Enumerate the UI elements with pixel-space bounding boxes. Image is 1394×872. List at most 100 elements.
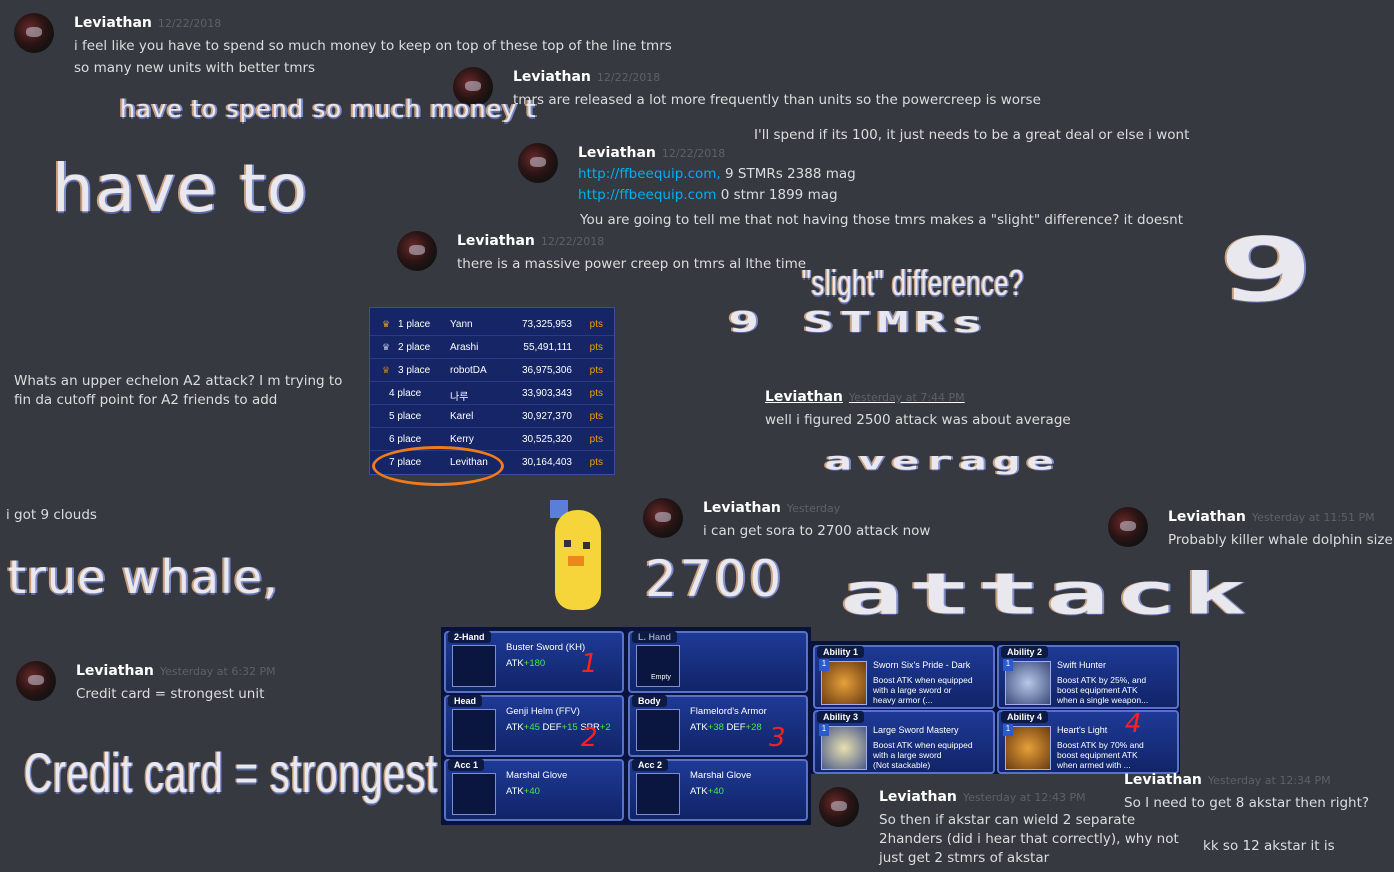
equipment-panel: 2-Hand Buster Sword (KH) ATK+180 L. Hand…	[441, 627, 811, 825]
sword-icon	[452, 645, 496, 687]
glove-icon	[636, 773, 680, 815]
slot-label: L. Hand	[632, 631, 677, 643]
leaderboard-row: ♛ 2 place Arashi 55,491,111 pts	[370, 336, 614, 359]
message-text: http://ffbeequip.com, 9 STMRs 2388 mag	[578, 166, 856, 182]
avatar[interactable]	[819, 787, 859, 827]
overlay-text: "slight" difference?	[802, 262, 1024, 303]
ability-slot-3[interactable]: Ability 3 1 Large Sword Mastery Boost AT…	[813, 710, 995, 774]
username[interactable]: Leviathan Yesterday at 6:32 PM	[76, 663, 276, 679]
avatar[interactable]	[1108, 507, 1148, 547]
avatar[interactable]	[14, 13, 54, 53]
ability-desc: Boost ATK by 25%, and boost equipment AT…	[1057, 675, 1149, 705]
annotation-number: 2	[581, 723, 598, 753]
item-stat: ATK+40	[506, 786, 540, 797]
overlay-text: true whale,	[8, 550, 279, 604]
link[interactable]: http://ffbeequip.com	[578, 187, 716, 203]
timestamp: Yesterday at 11:51 PM	[1251, 511, 1375, 524]
ability-slot-4[interactable]: Ability 4 1 Heart's Light Boost ATK by 7…	[997, 710, 1179, 774]
abilities-panel: Ability 1 1 Sworn Six's Pride - Dark Boo…	[811, 641, 1180, 774]
link[interactable]: http://ffbeequip.com,	[578, 166, 721, 182]
timestamp: 12/22/2018	[661, 147, 726, 160]
ability-name: Swift Hunter	[1057, 660, 1107, 670]
message-text: So I need to get 8 akstar then right?	[1124, 795, 1370, 811]
leaderboard-row: ♛ 3 place robotDA 36,975,306 pts	[370, 359, 614, 382]
overlay-text: have to spend so much money t	[120, 95, 537, 123]
username[interactable]: Leviathan Yesterday at 12:34 PM	[1124, 772, 1331, 788]
slot-label: Acc 1	[448, 759, 485, 771]
item-name: Marshal Glove	[690, 770, 752, 781]
annotation-number: 1	[581, 649, 598, 679]
message-text: I'll spend if its 100, it just needs to …	[754, 127, 1190, 143]
overlay-text: have to	[52, 150, 309, 227]
avatar[interactable]	[16, 661, 56, 701]
message-text: Whats an upper echelon A2 attack? I m tr…	[14, 373, 343, 389]
overlay-text: 9 STMRs	[728, 306, 990, 339]
item-name: Buster Sword (KH)	[506, 642, 586, 653]
annotation-number: 4	[1125, 709, 1142, 739]
username[interactable]: Leviathan Yesterday at 7:44 PM	[765, 389, 965, 405]
username[interactable]: Leviathan 12/22/2018	[578, 145, 725, 161]
item-name: Flamelord's Armor	[690, 706, 767, 717]
crown-icon: ♛	[382, 319, 391, 329]
slot-label: Ability 3	[817, 711, 865, 723]
username[interactable]: Leviathan 12/22/2018	[457, 233, 604, 249]
username[interactable]: Leviathan Yesterday at 12:43 PM	[879, 789, 1086, 805]
message-text: i can get sora to 2700 attack now	[703, 523, 931, 539]
leaderboard-row: 4 place 나루 33,903,343 pts	[370, 382, 614, 405]
slot-label: Acc 2	[632, 759, 669, 771]
message-text: just get 2 stmrs of akstar	[879, 850, 1050, 866]
equip-slot-acc2[interactable]: Acc 2 Marshal Glove ATK+40	[628, 759, 808, 821]
leaderboard-row: 5 place Karel 30,927,370 pts	[370, 405, 614, 428]
avatar[interactable]	[397, 231, 437, 271]
message-text: http://ffbeequip.com 0 stmr 1899 mag	[578, 187, 838, 203]
annotation-number: 3	[769, 723, 786, 753]
username[interactable]: Leviathan 12/22/2018	[513, 69, 660, 85]
overlay-text: average	[824, 446, 1060, 476]
overlay-text: 2700	[645, 550, 785, 608]
username[interactable]: Leviathan 12/22/2018	[74, 15, 221, 31]
message-text: so many new units with better tmrs	[74, 60, 316, 76]
slot-label: 2-Hand	[448, 631, 491, 643]
timestamp: Yesterday at 6:32 PM	[159, 665, 276, 678]
item-name: Marshal Glove	[506, 770, 568, 781]
timestamp: Yesterday at 12:34 PM	[1207, 774, 1331, 787]
glove-icon	[452, 773, 496, 815]
message-text: kk so 12 akstar it is	[1203, 838, 1335, 854]
message-text: tmrs are released a lot more frequently …	[513, 92, 1041, 108]
timestamp: Yesterday at 12:43 PM	[962, 791, 1086, 804]
ability-desc: Boost ATK when equipped with a large swo…	[873, 740, 973, 770]
message-text: Probably killer whale dolphin size	[1168, 532, 1393, 548]
avatar[interactable]	[643, 498, 683, 538]
username[interactable]: Leviathan Yesterday	[703, 500, 840, 516]
equip-slot-acc1[interactable]: Acc 1 Marshal Glove ATK+40	[444, 759, 624, 821]
ability-name: Sworn Six's Pride - Dark	[873, 660, 971, 670]
timestamp: 12/22/2018	[157, 17, 222, 30]
overlay-text: 9	[1218, 218, 1321, 321]
armor-icon	[636, 709, 680, 751]
message-text: 2handers (did i hear that correctly), wh…	[879, 831, 1179, 847]
leaderboard-row: ♛ 1 place Yann 73,325,953 pts	[370, 313, 614, 336]
equip-slot-lhand[interactable]: L. Hand Empty	[628, 631, 808, 693]
crown-icon: ♛	[382, 342, 391, 352]
item-stat: ATK+40	[690, 786, 724, 797]
empty-slot-icon: Empty	[636, 645, 680, 687]
slot-label: Body	[632, 695, 667, 707]
ability-desc: Boost ATK when equipped with a large swo…	[873, 675, 973, 705]
ability-desc: Boost ATK by 70% and boost equipment ATK…	[1057, 740, 1144, 770]
timestamp: Yesterday	[786, 502, 841, 515]
message-text: well i figured 2500 attack was about ave…	[765, 412, 1071, 428]
helmet-icon	[452, 709, 496, 751]
message-text: So then if akstar can wield 2 separate	[879, 812, 1136, 828]
ability-slot-1[interactable]: Ability 1 1 Sworn Six's Pride - Dark Boo…	[813, 645, 995, 709]
duck-emoji	[555, 510, 601, 610]
item-stat: ATK+38 DEF+28	[690, 722, 762, 733]
slot-label: Head	[448, 695, 483, 707]
username[interactable]: Leviathan Yesterday at 11:51 PM	[1168, 509, 1375, 525]
slot-label: Ability 4	[1001, 711, 1049, 723]
timestamp: Yesterday at 7:44 PM	[848, 391, 965, 404]
ability-slot-2[interactable]: Ability 2 1 Swift Hunter Boost ATK by 25…	[997, 645, 1179, 709]
avatar[interactable]	[518, 143, 558, 183]
message-text: there is a massive power creep on tmrs a…	[457, 256, 807, 272]
timestamp: 12/22/2018	[596, 71, 661, 84]
ability-name: Heart's Light	[1057, 725, 1108, 735]
